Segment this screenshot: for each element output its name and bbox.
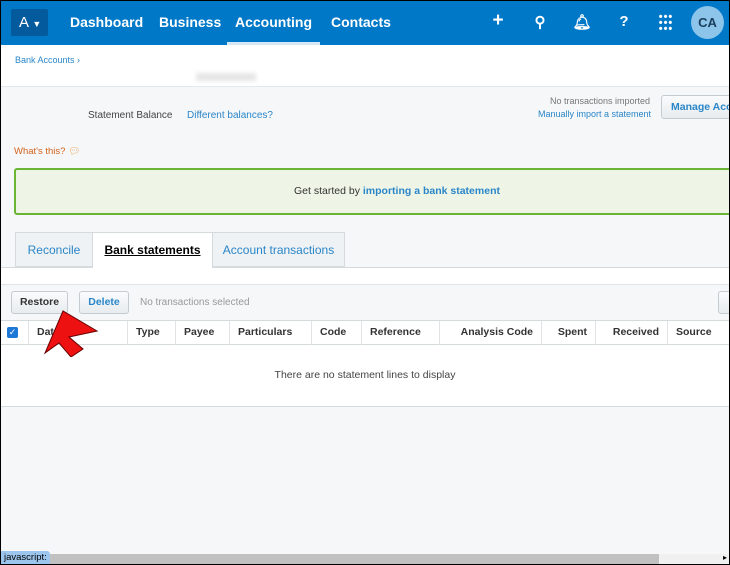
table-header: ✓ Date Type Payee Particulars Code Refer…	[1, 320, 729, 345]
tab-bank-statements[interactable]: Bank statements	[92, 232, 213, 268]
banner-text: Get started by	[294, 185, 363, 197]
manage-account-button[interactable]: Manage Acco	[661, 95, 729, 119]
speech-bubble-icon: 💬︎	[68, 146, 81, 157]
search-icon[interactable]: ⚲	[530, 13, 550, 31]
different-balances-link[interactable]: Different balances?	[187, 110, 273, 121]
whats-this-link[interactable]: What's this? 💬︎	[14, 146, 80, 157]
bell-icon[interactable]: 🔔︎	[572, 13, 592, 31]
apps-grid-icon[interactable]: ••• ••• •••	[656, 12, 676, 35]
col-analysis-code[interactable]: Analysis Code	[439, 321, 541, 345]
statement-balance-label: Statement Balance	[88, 110, 173, 121]
nav-dashboard[interactable]: Dashboard	[70, 1, 143, 45]
col-spent[interactable]: Spent	[541, 321, 595, 345]
scroll-right-icon[interactable]: ▸	[723, 553, 727, 562]
org-initial: A	[19, 14, 29, 31]
selection-status: No transactions selected	[140, 297, 250, 308]
no-transactions-text: No transactions imported	[550, 96, 651, 106]
col-code[interactable]: Code	[311, 321, 361, 345]
org-switcher[interactable]: A ▼	[11, 9, 48, 36]
manual-import-link[interactable]: Manually import a statement	[538, 109, 651, 119]
help-icon[interactable]: ?	[614, 13, 634, 30]
breadcrumb[interactable]: Bank Accounts ›	[15, 55, 80, 65]
toolbar: Restore Delete No transactions selected	[1, 284, 729, 320]
app-window: A ▼ Dashboard Business Accounting Contac…	[1, 1, 729, 564]
scrollbar-thumb[interactable]	[49, 554, 659, 564]
get-started-banner: Get started by importing a bank statemen…	[14, 168, 729, 215]
empty-message: There are no statement lines to display	[274, 369, 456, 381]
nav-accounting[interactable]: Accounting	[227, 1, 320, 45]
nav-business[interactable]: Business	[159, 1, 221, 45]
col-particulars[interactable]: Particulars	[229, 321, 311, 345]
import-statement-link[interactable]: importing a bank statement	[363, 185, 500, 197]
nav-contacts[interactable]: Contacts	[331, 1, 391, 45]
horizontal-scrollbar[interactable]: ▸	[1, 553, 729, 564]
tab-reconcile[interactable]: Reconcile	[15, 232, 93, 267]
col-reference[interactable]: Reference	[361, 321, 439, 345]
col-payee[interactable]: Payee	[175, 321, 229, 345]
whats-this-label: What's this?	[14, 146, 66, 157]
col-type[interactable]: Type	[127, 321, 175, 345]
status-bar-url: javascript:	[1, 551, 50, 564]
select-all-checkbox[interactable]: ✓	[7, 327, 18, 338]
toolbar-right-button[interactable]	[718, 291, 729, 314]
col-received[interactable]: Received	[595, 321, 667, 345]
red-arrow-annotation	[43, 310, 99, 357]
header-area: Bank Accounts ›	[1, 45, 729, 87]
tab-account-transactions[interactable]: Account transactions	[212, 232, 345, 267]
top-nav: A ▼ Dashboard Business Accounting Contac…	[1, 1, 729, 45]
caret-down-icon: ▼	[32, 19, 42, 29]
blurred-account-name	[196, 73, 256, 81]
plus-icon[interactable]: +	[488, 10, 508, 32]
avatar[interactable]: CA	[691, 6, 724, 39]
col-source[interactable]: Source	[667, 321, 729, 345]
